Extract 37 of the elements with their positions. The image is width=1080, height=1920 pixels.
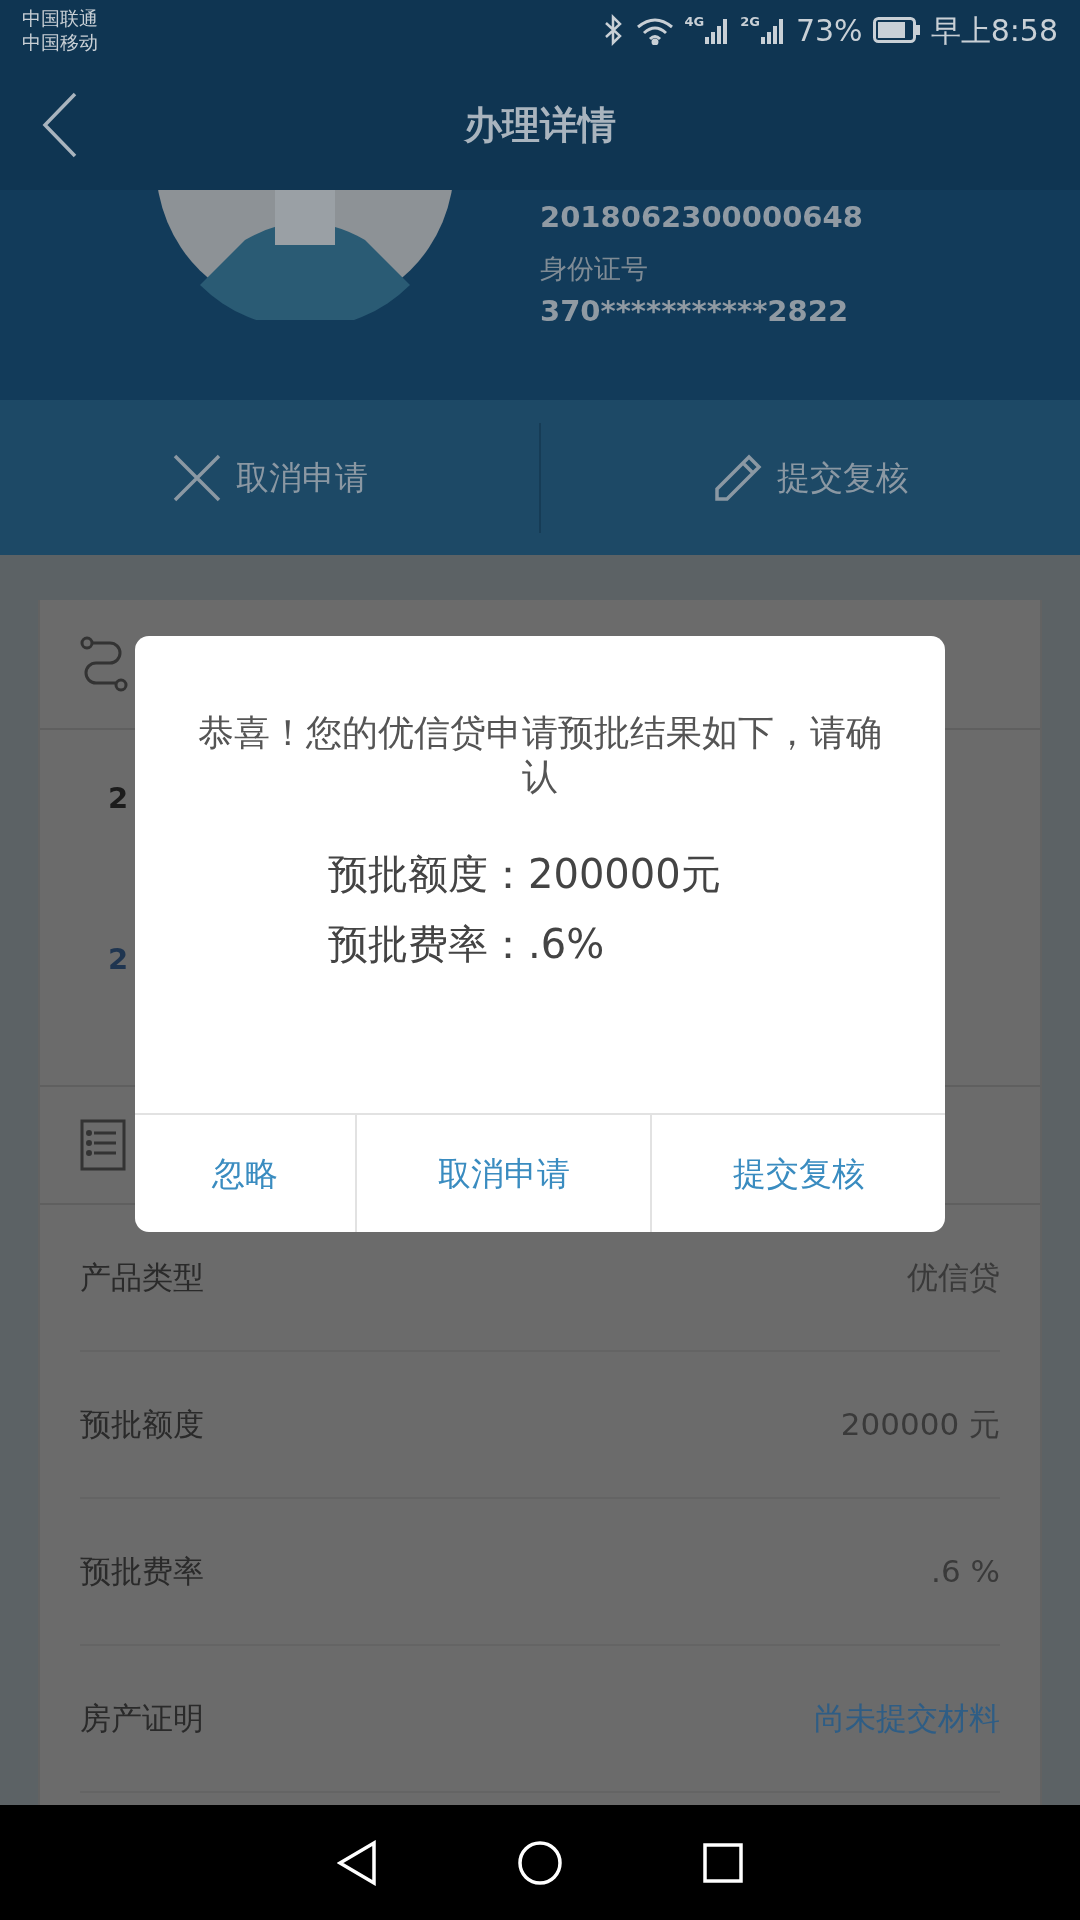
result-line: 预批额度：200000元 bbox=[328, 850, 722, 899]
dialog-button[interactable]: 取消申请 bbox=[355, 1115, 650, 1232]
battery-percent: 73% bbox=[795, 11, 863, 50]
id-label: 身份证号 bbox=[540, 252, 649, 286]
home-nav-button[interactable] bbox=[517, 1839, 563, 1886]
route-icon bbox=[80, 636, 128, 692]
back-nav-button[interactable] bbox=[337, 1839, 377, 1886]
result-line: 预批费率：.6% bbox=[328, 920, 606, 969]
network-label: 2G bbox=[740, 15, 760, 29]
wifi-icon bbox=[634, 15, 675, 45]
application-number: 2018062300000648 bbox=[540, 199, 863, 236]
pencil-icon bbox=[712, 452, 763, 503]
back-icon bbox=[337, 1839, 377, 1886]
field-label: 预批额度 bbox=[80, 1405, 204, 1445]
carrier-name: 中国移动 bbox=[22, 30, 98, 54]
dialog-message: 恭喜！您的优信贷申请预批结果如下，请确认 bbox=[197, 711, 883, 799]
recents-icon bbox=[703, 1842, 743, 1883]
home-icon bbox=[517, 1839, 563, 1886]
cancel-application-button[interactable]: 取消申请 bbox=[0, 400, 539, 555]
network-label: 4G bbox=[684, 15, 705, 29]
back-icon bbox=[42, 92, 78, 158]
field-label: 产品类型 bbox=[80, 1258, 204, 1298]
dialog-button[interactable]: 忽略 bbox=[135, 1115, 355, 1232]
submit-review-button[interactable]: 提交复核 bbox=[541, 400, 1080, 555]
field-label: 房产证明 bbox=[80, 1699, 204, 1739]
field-label: 预批费率 bbox=[80, 1552, 204, 1592]
clock-time: 早上8:58 bbox=[930, 11, 1058, 50]
recents-nav-button[interactable] bbox=[703, 1842, 743, 1883]
battery-icon bbox=[872, 17, 921, 43]
record-date: 2 bbox=[108, 941, 129, 977]
list-icon bbox=[80, 1119, 126, 1171]
carrier-name: 中国联通 bbox=[22, 6, 98, 30]
dialog-button[interactable]: 提交复核 bbox=[650, 1115, 945, 1232]
id-number: 370***********2822 bbox=[540, 293, 850, 330]
record-date: 2 bbox=[108, 780, 129, 816]
page-title: 办理详情 bbox=[464, 101, 616, 149]
close-icon bbox=[171, 452, 222, 503]
